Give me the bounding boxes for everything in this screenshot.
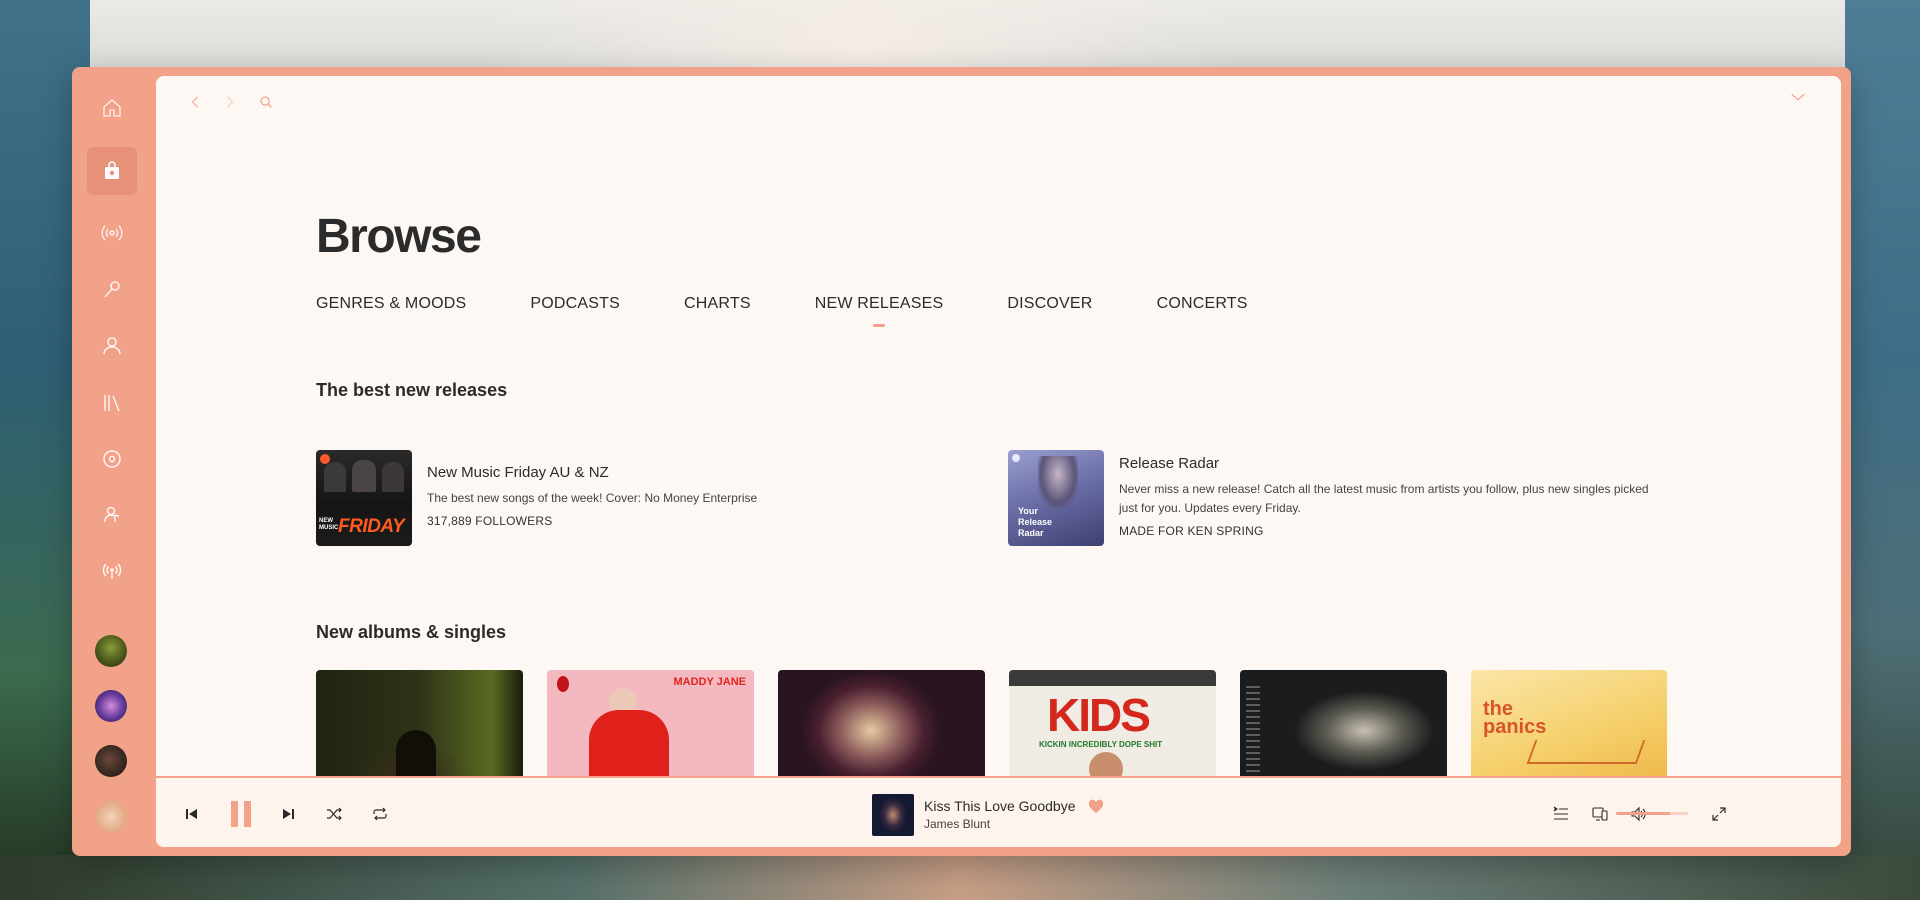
playlist-avatar-4[interactable] <box>95 801 127 833</box>
browse-tabs: GENRES & MOODS PODCASTS CHARTS NEW RELEA… <box>316 295 1312 327</box>
cover-small-label: NEW MUSIC <box>319 518 339 531</box>
featured-owner: MADE FOR KEN SPRING <box>1119 524 1264 538</box>
disc-icon <box>103 450 121 468</box>
section-title-best-new-releases: The best new releases <box>316 380 508 400</box>
tab-podcasts[interactable]: PODCASTS <box>530 295 620 313</box>
sidebar-item-radio[interactable] <box>87 209 137 257</box>
new-music-friday-cover: NEW MUSIC FRIDAY <box>316 450 412 546</box>
release-radar-cover: Your Release Radar <box>1008 450 1104 546</box>
tab-discover[interactable]: DISCOVER <box>1007 295 1092 313</box>
main-panel: Browse GENRES & MOODS PODCASTS CHARTS NE… <box>156 76 1841 847</box>
playlist-avatar-1[interactable] <box>95 635 127 667</box>
sidebar-item-microphone[interactable] <box>87 266 137 314</box>
browse-content: Browse GENRES & MOODS PODCASTS CHARTS NE… <box>156 76 1841 776</box>
tab-charts[interactable]: CHARTS <box>684 295 751 313</box>
next-button[interactable] <box>280 806 296 822</box>
now-playing-title[interactable]: Kiss This Love Goodbye <box>924 798 1076 814</box>
featured-followers: 317,889 FOLLOWERS <box>427 514 553 528</box>
skip-back-icon <box>186 809 197 819</box>
cover-title-label: Your Release Radar <box>1018 506 1053 538</box>
featured-playlist-release-radar[interactable]: Your Release Radar Release Radar Never m… <box>1008 450 1659 546</box>
playlist-avatar-2[interactable] <box>95 690 127 722</box>
search-icon <box>260 96 272 108</box>
fullscreen-button[interactable] <box>1711 806 1727 822</box>
back-button[interactable] <box>185 91 207 113</box>
chevron-right-icon <box>226 96 234 108</box>
library-icon <box>104 395 120 412</box>
section-title-new-albums: New albums & singles <box>316 622 507 642</box>
heart-icon <box>1088 799 1104 813</box>
desktop-background-right <box>1845 0 1920 900</box>
sidebar-item-profile[interactable] <box>87 322 137 370</box>
queue-icon <box>1553 806 1568 820</box>
pause-icon <box>231 801 251 827</box>
previous-button[interactable] <box>184 806 200 822</box>
tab-genres-moods[interactable]: GENRES & MOODS <box>316 295 466 313</box>
album-card-5[interactable] <box>1240 670 1447 776</box>
pause-button[interactable] <box>228 799 254 829</box>
tab-new-releases[interactable]: NEW RELEASES <box>815 295 944 327</box>
featured-text: Release Radar Never miss a new release! … <box>1119 450 1659 546</box>
shuffle-button[interactable] <box>326 806 342 822</box>
volume-slider[interactable] <box>1616 812 1688 815</box>
broadcast-icon <box>102 563 122 579</box>
sidebar <box>72 67 156 856</box>
search-button[interactable] <box>255 91 277 113</box>
queue-button[interactable] <box>1553 806 1569 822</box>
microphone-icon <box>104 281 120 298</box>
now-playing-cover[interactable] <box>872 794 914 836</box>
artist-icon <box>104 506 120 523</box>
sidebar-item-podcasts[interactable] <box>87 547 137 595</box>
skip-forward-icon <box>283 809 294 819</box>
player-bar: Kiss This Love Goodbye James Blunt <box>156 776 1841 847</box>
desktop-background-bottom <box>0 855 1920 900</box>
chevron-left-icon <box>191 96 199 108</box>
featured-description: Never miss a new release! Catch all the … <box>1119 482 1649 515</box>
page-title: Browse <box>316 210 482 263</box>
featured-text: New Music Friday AU & NZ The best new so… <box>427 450 757 546</box>
tab-concerts[interactable]: CONCERTS <box>1157 295 1248 313</box>
album-label: MADDY JANE <box>673 676 746 688</box>
featured-description: The best new songs of the week! Cover: N… <box>427 491 758 505</box>
featured-title: Release Radar <box>1119 455 1220 472</box>
sidebar-item-browse[interactable] <box>87 147 137 195</box>
app-window: Browse GENRES & MOODS PODCASTS CHARTS NE… <box>72 67 1851 856</box>
expand-icon <box>1712 807 1726 821</box>
playlist-avatar-3[interactable] <box>95 745 127 777</box>
like-button[interactable] <box>1088 799 1104 815</box>
sidebar-item-discover[interactable] <box>87 435 137 483</box>
window-menu-button[interactable] <box>1787 86 1809 108</box>
sidebar-item-artists[interactable] <box>87 491 137 539</box>
featured-playlist-new-music-friday[interactable]: NEW MUSIC FRIDAY New Music Friday AU & N… <box>316 450 757 546</box>
album-sub-label: KICKIN INCREDIBLY DOPE SHIT <box>1039 740 1163 749</box>
shuffle-icon <box>327 807 342 821</box>
featured-title: New Music Friday AU & NZ <box>427 464 609 481</box>
repeat-button[interactable] <box>372 806 388 822</box>
chevron-down-icon <box>1791 93 1805 101</box>
user-icon <box>103 337 121 355</box>
album-label: the panics <box>1483 698 1547 738</box>
home-icon <box>103 99 121 117</box>
radio-waves-icon <box>101 225 123 241</box>
forward-button[interactable] <box>218 91 240 113</box>
album-card-4[interactable]: KIDS KICKIN INCREDIBLY DOPE SHIT <box>1009 670 1216 776</box>
repeat-icon <box>373 807 387 821</box>
album-card-2[interactable]: MADDY JANE <box>547 670 754 776</box>
album-label: KIDS <box>1047 689 1151 741</box>
now-playing-artist[interactable]: James Blunt <box>924 817 990 831</box>
sidebar-item-home[interactable] <box>87 84 137 132</box>
sidebar-item-library[interactable] <box>87 379 137 427</box>
devices-icon <box>1592 807 1608 821</box>
top-bar <box>156 76 1841 126</box>
shopping-bag-icon <box>105 161 119 179</box>
album-card-3[interactable] <box>778 670 985 776</box>
cover-title-label: FRIDAY <box>338 516 405 537</box>
devices-button[interactable] <box>1592 806 1608 822</box>
album-card-6[interactable]: the panics <box>1471 670 1667 776</box>
album-card-1[interactable] <box>316 670 523 776</box>
